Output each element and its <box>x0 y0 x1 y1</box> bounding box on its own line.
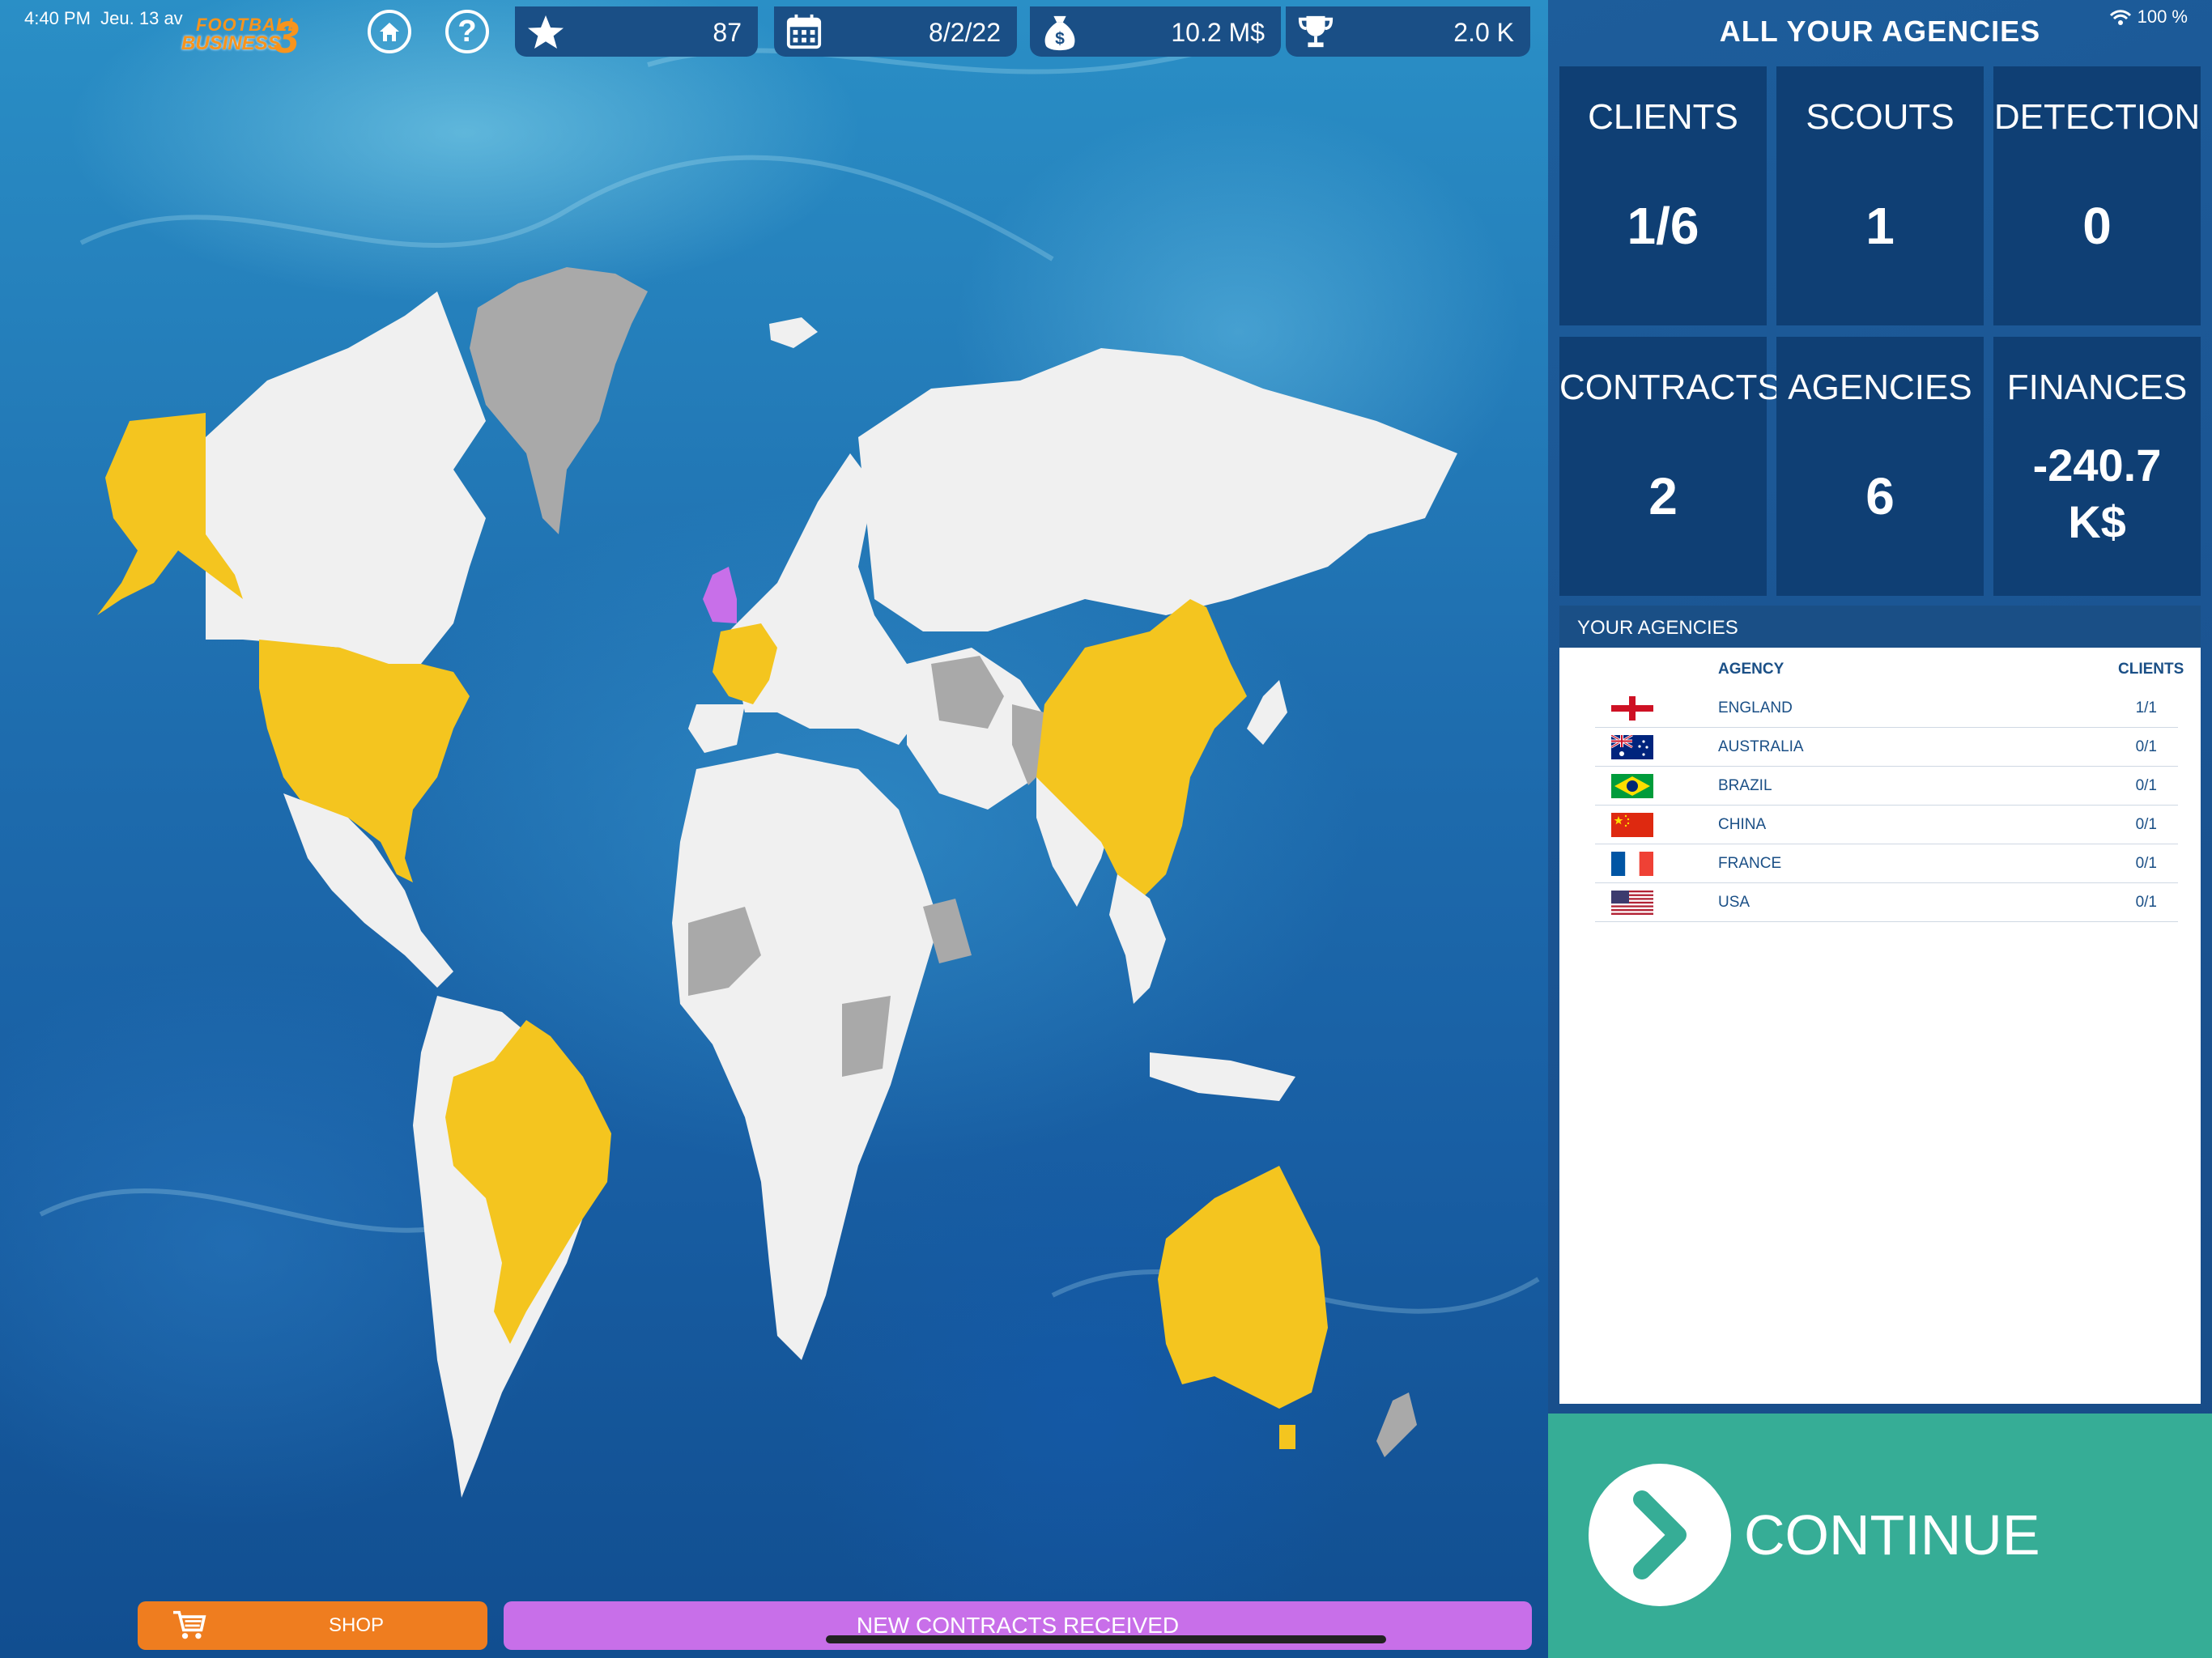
clients-tile[interactable]: CLIENTS 1/6 <box>1559 66 1767 325</box>
country-indonesia[interactable] <box>1150 1052 1295 1101</box>
world-map[interactable] <box>0 0 1548 1658</box>
agencies-tile[interactable]: AGENCIES 6 <box>1776 337 1984 596</box>
chevron-right-icon <box>1633 1490 1687 1579</box>
country-canada[interactable] <box>206 291 486 680</box>
game-logo: FOOTBALL BUSINESS 3 <box>180 11 309 62</box>
country-africa[interactable] <box>672 753 939 1360</box>
finances-value-unit: K$ <box>2068 496 2126 547</box>
agency-name: BRAZIL <box>1718 777 1772 794</box>
finances-tile[interactable]: FINANCES -240.7 K$ <box>1993 337 2201 596</box>
usa-flag-icon <box>1611 891 1653 915</box>
agency-row-usa[interactable]: USA 0/1 <box>1595 882 2178 922</box>
agency-column-header: AGENCY <box>1718 661 1784 678</box>
scouts-label: SCOUTS <box>1806 97 1955 137</box>
agency-name: FRANCE <box>1718 855 1782 872</box>
logo-number: 3 <box>274 11 300 62</box>
contracts-tile[interactable]: CONTRACTS 2 <box>1559 337 1781 596</box>
country-iceland[interactable] <box>769 317 818 348</box>
rating-value: 87 <box>713 18 742 47</box>
trophy-pill: 2.0 K <box>1286 6 1530 57</box>
rating-pill: 87 <box>515 6 758 57</box>
svg-text:$: $ <box>1055 29 1065 48</box>
trophies-value: 2.0 K <box>1453 18 1514 47</box>
agency-name: ENGLAND <box>1718 699 1793 716</box>
home-icon <box>380 23 399 41</box>
continue-label: CONTINUE <box>1744 1503 2040 1567</box>
clients-label: CLIENTS <box>1588 97 1738 137</box>
detection-tile[interactable]: DETECTION 0 <box>1993 66 2201 325</box>
money-value: 10.2 M$ <box>1171 18 1265 47</box>
money-pill: $ 10.2 M$ <box>1030 6 1281 57</box>
country-new-zealand[interactable] <box>1376 1392 1417 1457</box>
your-agencies-header: YOUR AGENCIES <box>1559 606 2201 648</box>
country-somalia-locked[interactable] <box>923 899 972 963</box>
your-agencies-card: YOUR AGENCIES AGENCY CLIENTS ENGLAND 1/1 <box>1559 606 2201 1404</box>
country-southeast-asia[interactable] <box>1109 874 1166 1004</box>
england-flag-icon <box>1611 696 1653 721</box>
trophy-icon <box>1298 15 1334 48</box>
detection-label: DETECTION <box>1993 97 2201 137</box>
finances-value-amount: -240.7 <box>2032 440 2162 491</box>
china-flag-icon <box>1611 813 1653 837</box>
detection-value: 0 <box>2082 197 2112 255</box>
agency-name: USA <box>1718 894 1750 911</box>
contracts-value: 2 <box>1648 467 1678 525</box>
country-england[interactable] <box>703 567 737 623</box>
country-spain[interactable] <box>688 704 745 753</box>
contracts-label: CONTRACTS <box>1559 368 1781 407</box>
agency-clients: 0/1 <box>2135 855 2157 872</box>
date-pill: 8/2/22 <box>774 6 1017 57</box>
status-bar-time: 4:40 PM Jeu. 13 av <box>24 8 183 28</box>
agencies-panel: 100 % ALL YOUR AGENCIES CLIENTS 1/6 SCOU… <box>1548 0 2212 1658</box>
agency-row-brazil[interactable]: BRAZIL 0/1 <box>1595 766 2178 806</box>
country-australia[interactable] <box>1158 1166 1328 1409</box>
france-flag-icon <box>1611 852 1653 876</box>
agency-clients: 0/1 <box>2135 738 2157 755</box>
agency-clients: 0/1 <box>2135 816 2157 833</box>
shop-label: SHOP <box>329 1614 385 1636</box>
world-map-svg <box>39 46 1540 1498</box>
money-bag-icon: $ <box>1044 15 1075 51</box>
calendar-icon <box>786 14 822 49</box>
shop-button[interactable]: SHOP <box>138 1601 487 1650</box>
agency-row-england[interactable]: ENGLAND 1/1 <box>1595 688 2178 728</box>
continue-circle <box>1589 1464 1731 1606</box>
finances-label: FINANCES <box>2006 368 2188 407</box>
help-icon: ? <box>457 14 477 49</box>
brazil-flag-icon <box>1611 774 1653 798</box>
continue-button[interactable]: CONTINUE <box>1548 1414 2212 1658</box>
agencies-label: AGENCIES <box>1788 368 1972 407</box>
clients-value: 1/6 <box>1627 197 1699 255</box>
logo-line2: BUSINESS <box>181 32 281 54</box>
country-tasmania[interactable] <box>1279 1425 1295 1449</box>
star-icon <box>528 15 564 49</box>
scouts-value: 1 <box>1865 197 1895 255</box>
agency-name: CHINA <box>1718 816 1767 833</box>
date-value: 8/2/22 <box>929 18 1001 47</box>
clients-column-header: CLIENTS <box>2118 661 2184 678</box>
country-russia[interactable] <box>858 348 1457 631</box>
help-button[interactable]: ? <box>445 10 489 53</box>
agency-clients: 0/1 <box>2135 894 2157 911</box>
agency-row-france[interactable]: FRANCE 0/1 <box>1595 844 2178 883</box>
cart-icon <box>173 1610 206 1639</box>
australia-flag-icon <box>1611 735 1653 759</box>
agency-clients: 1/1 <box>2135 699 2157 716</box>
home-button[interactable] <box>368 10 411 53</box>
agency-clients: 0/1 <box>2135 777 2157 794</box>
agency-name: AUSTRALIA <box>1718 738 1804 755</box>
your-agencies-title: YOUR AGENCIES <box>1577 617 1738 639</box>
scouts-tile[interactable]: SCOUTS 1 <box>1776 66 1984 325</box>
panel-title: ALL YOUR AGENCIES <box>1719 15 2041 48</box>
agency-row-australia[interactable]: AUSTRALIA 0/1 <box>1595 727 2178 767</box>
country-japan[interactable] <box>1247 680 1287 745</box>
agency-row-china[interactable]: CHINA 0/1 <box>1595 805 2178 844</box>
country-greenland[interactable] <box>470 267 648 534</box>
agencies-value: 6 <box>1865 467 1895 525</box>
home-indicator[interactable] <box>826 1635 1386 1643</box>
new-contracts-label: NEW CONTRACTS RECEIVED <box>856 1613 1180 1638</box>
